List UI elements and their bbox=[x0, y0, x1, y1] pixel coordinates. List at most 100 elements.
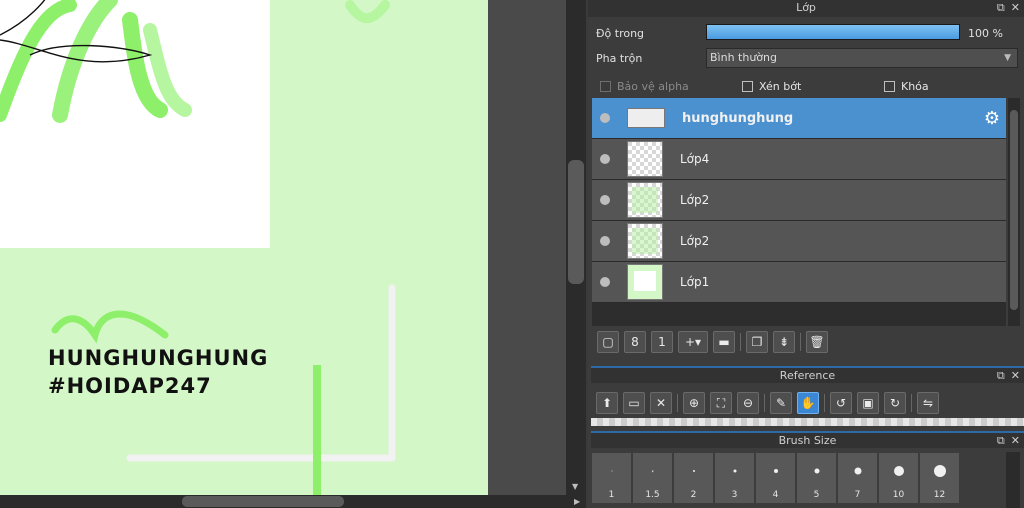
popout-icon[interactable]: ⧉ bbox=[997, 434, 1005, 447]
new-1bit-layer-icon[interactable]: 1 bbox=[651, 331, 673, 353]
brush-size-dot bbox=[692, 470, 695, 472]
brush-size-scrollbar[interactable] bbox=[1006, 452, 1020, 508]
hand-icon[interactable]: ✋ bbox=[797, 392, 819, 414]
close-icon[interactable]: ✕ bbox=[1011, 434, 1020, 447]
lock-checkbox[interactable]: Khóa bbox=[884, 79, 929, 93]
gear-icon[interactable]: ⚙ bbox=[984, 108, 1000, 129]
popout-icon[interactable]: ⧉ bbox=[997, 369, 1005, 382]
brush-size-cell[interactable]: 2 bbox=[673, 452, 714, 504]
brush-size-label: 10 bbox=[892, 490, 905, 500]
brush-size-dot bbox=[854, 467, 861, 475]
layer-panel-title: Lớp bbox=[796, 1, 816, 14]
close-icon[interactable]: ✕ bbox=[1011, 1, 1020, 14]
flip-icon[interactable]: ⇋ bbox=[917, 392, 939, 414]
clipping-checkbox[interactable]: Xén bớt bbox=[742, 79, 801, 93]
add-layer-menu-icon[interactable]: +▾ bbox=[678, 331, 708, 353]
chevron-down-icon: ▼ bbox=[1004, 53, 1011, 63]
layer-name: hunghunghung bbox=[682, 110, 794, 126]
trash-icon[interactable]: 🗑 bbox=[806, 331, 828, 353]
zoom-out-icon[interactable]: ⊖ bbox=[737, 392, 759, 414]
duplicate-layer-icon[interactable]: ❐ bbox=[746, 331, 768, 353]
opacity-slider[interactable] bbox=[706, 24, 960, 40]
folder-icon[interactable]: ▬ bbox=[713, 331, 735, 353]
brush-size-label: 1.5 bbox=[645, 490, 660, 500]
layer-name: Lớp2 bbox=[680, 234, 710, 248]
toolbar-separator bbox=[677, 394, 678, 412]
layer-name: Lớp2 bbox=[680, 193, 710, 207]
brush-size-dot bbox=[933, 465, 946, 477]
brush-size-label: 3 bbox=[731, 490, 738, 500]
layer-thumbnail bbox=[627, 264, 663, 300]
protect-alpha-checkbox[interactable]: Bảo vệ alpha bbox=[600, 79, 689, 93]
brush-size-cell[interactable]: 5 bbox=[796, 452, 837, 504]
brush-size-cell[interactable]: 1.5 bbox=[632, 452, 673, 504]
visibility-icon[interactable] bbox=[592, 154, 618, 164]
artwork-strokes bbox=[0, 0, 396, 495]
scroll-down-arrow-icon[interactable]: ▼ bbox=[572, 482, 578, 491]
brush-size-label: 7 bbox=[854, 490, 861, 500]
rotate-left-icon[interactable]: ↺ bbox=[830, 392, 852, 414]
protect-alpha-label: Bảo vệ alpha bbox=[617, 79, 689, 93]
layer-row[interactable]: Lớp4 bbox=[592, 139, 1006, 180]
opacity-slider-fill bbox=[707, 25, 959, 39]
brush-size-grid: 1 1.5 2 3 4 5 7 10 12 bbox=[591, 452, 1003, 508]
brush-size-cell[interactable]: 4 bbox=[755, 452, 796, 504]
canvas-horizontal-scroll-thumb[interactable] bbox=[182, 496, 344, 507]
brush-size-dot bbox=[814, 468, 819, 474]
brush-size-label: 1 bbox=[608, 490, 615, 500]
brush-size-cell[interactable]: 7 bbox=[837, 452, 878, 504]
brush-size-cell[interactable]: 12 bbox=[919, 452, 960, 504]
checkbox-box bbox=[742, 80, 753, 92]
zoom-in-icon[interactable]: ⊕ bbox=[683, 392, 705, 414]
rotate-right-icon[interactable]: ↻ bbox=[884, 392, 906, 414]
scroll-right-arrow-icon[interactable]: ▶ bbox=[574, 497, 580, 506]
reference-panel-title: Reference bbox=[779, 369, 836, 382]
visibility-icon[interactable] bbox=[592, 195, 618, 205]
canvas-area[interactable]: HUNGHUNGHUNG #HOIDAP247 bbox=[0, 0, 566, 508]
opacity-label: Độ trong bbox=[596, 27, 645, 40]
new-8bit-layer-icon[interactable]: 8 bbox=[624, 331, 646, 353]
layer-row[interactable]: Lớp2 bbox=[592, 180, 1006, 221]
reference-toolbar: ⬆ ▭ ✕ ⊕ ⛶ ⊖ ✎ ✋ ↺ ▣ ↻ ⇋ bbox=[596, 392, 944, 414]
open-folder-icon[interactable]: ▭ bbox=[623, 392, 645, 414]
checkbox-box bbox=[884, 80, 895, 92]
close-icon[interactable]: ✕ bbox=[1011, 369, 1020, 382]
blend-label: Pha trộn bbox=[596, 52, 643, 65]
upload-icon[interactable]: ⬆ bbox=[596, 392, 618, 414]
brush-size-label: 4 bbox=[772, 490, 779, 500]
layer-panel-header: Lớp ⧉ ✕ bbox=[588, 0, 1024, 17]
close-icon[interactable]: ✕ bbox=[650, 392, 672, 414]
brush-size-dot bbox=[773, 469, 778, 473]
reference-panel-header: Reference ⧉ ✕ bbox=[591, 366, 1024, 383]
brush-size-label: 2 bbox=[690, 490, 697, 500]
layer-row[interactable]: Lớp2 bbox=[592, 221, 1006, 262]
brush-size-dot bbox=[893, 466, 904, 476]
fit-screen-icon[interactable]: ▣ bbox=[857, 392, 879, 414]
lock-label: Khóa bbox=[901, 79, 929, 93]
brush-size-cell[interactable]: 1 bbox=[591, 452, 632, 504]
layer-list: hunghunghung ⚙ Lớp4 Lớp2 Lớp2 Lớp1 bbox=[592, 98, 1006, 326]
brush-size-cell[interactable]: 10 bbox=[878, 452, 919, 504]
merge-layer-icon[interactable]: ⇟ bbox=[773, 331, 795, 353]
visibility-icon[interactable] bbox=[592, 277, 618, 287]
brush-size-panel-title: Brush Size bbox=[778, 434, 837, 447]
fit-icon[interactable]: ⛶ bbox=[710, 392, 732, 414]
brush-size-cell[interactable]: 3 bbox=[714, 452, 755, 504]
brush-size-dot bbox=[611, 470, 612, 472]
canvas-document[interactable]: HUNGHUNGHUNG #HOIDAP247 bbox=[0, 0, 488, 495]
layer-list-scroll-thumb[interactable] bbox=[1010, 110, 1018, 310]
layer-name: Lớp4 bbox=[680, 152, 710, 166]
new-layer-icon[interactable]: ▢ bbox=[597, 331, 619, 353]
layer-toolbar: ▢ 8 1 +▾ ▬ ❐ ⇟ 🗑 bbox=[597, 331, 833, 353]
layer-row[interactable]: hunghunghung ⚙ bbox=[592, 98, 1006, 139]
visibility-icon[interactable] bbox=[592, 236, 618, 246]
eyedropper-icon[interactable]: ✎ bbox=[770, 392, 792, 414]
popout-icon[interactable]: ⧉ bbox=[997, 1, 1005, 14]
canvas-vertical-scroll-thumb[interactable] bbox=[568, 160, 584, 284]
visibility-icon[interactable] bbox=[592, 113, 618, 123]
toolbar-separator bbox=[911, 394, 912, 412]
blend-mode-select[interactable]: Bình thường ▼ bbox=[706, 48, 1018, 68]
reference-image-strip[interactable] bbox=[591, 418, 1024, 426]
layer-row[interactable]: Lớp1 bbox=[592, 262, 1006, 303]
toolbar-separator bbox=[764, 394, 765, 412]
